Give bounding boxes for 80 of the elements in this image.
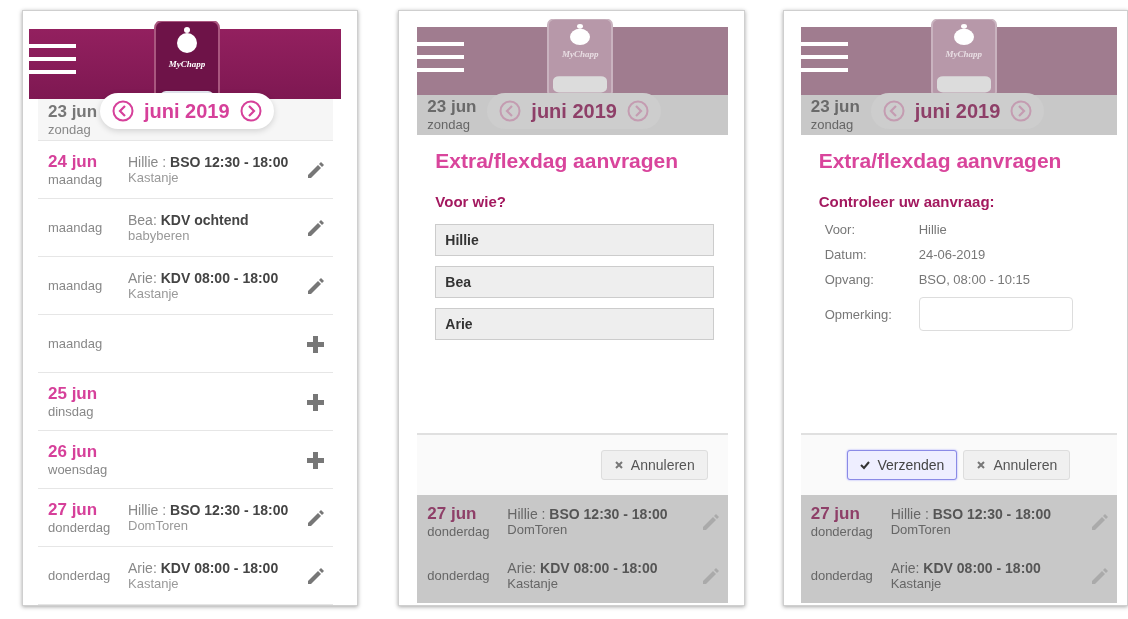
dialog-subtitle: Controleer uw aanvraag: [818, 193, 996, 210]
check-icon [860, 460, 871, 470]
day-date: 27 jun [427, 504, 477, 524]
location: DomToren [507, 522, 569, 537]
weekday: donderdag [427, 568, 490, 583]
month-label: juni 2019 [531, 99, 617, 123]
detail-value: Hillie [918, 222, 948, 237]
booking-text: Hillie : BSO 12:30 - 18:00 [128, 502, 290, 518]
logo-text: MyChapp [561, 49, 600, 59]
pencil-icon[interactable] [305, 217, 326, 238]
plus-icon[interactable] [305, 449, 326, 470]
location: Kastanje [507, 576, 559, 591]
pencil-icon[interactable] [305, 565, 326, 586]
pencil-icon[interactable] [305, 275, 326, 296]
dialog-title: Extra/flexdag aanvragen [435, 149, 680, 173]
weekday: zondag [48, 122, 91, 137]
location: Kastanje [890, 576, 943, 591]
booking-text: Hillie : BSO 12:30 - 18:00 [128, 154, 290, 170]
send-button[interactable]: Verzenden [847, 450, 958, 480]
next-icon[interactable] [239, 100, 262, 122]
child-option[interactable]: Arie [435, 308, 715, 340]
booking-text: Arie: KDV 08:00 - 18:00 [128, 560, 280, 576]
month-label: juni 2019 [144, 99, 230, 123]
previous-icon[interactable] [112, 100, 134, 122]
location: Kastanje [128, 576, 180, 591]
close-icon [613, 460, 624, 470]
menu-icon[interactable] [29, 42, 76, 76]
location: DomToren [128, 518, 189, 533]
dialog-title: Extra/flexdag aanvragen [818, 149, 1063, 173]
remark-label: Opmerking: [824, 306, 893, 322]
weekday: woensdag [48, 462, 108, 477]
weekday: donderdag [48, 520, 111, 535]
weekday: donderdag [810, 524, 873, 539]
logo-text: MyChapp [167, 59, 207, 69]
cancel-button[interactable]: Annuleren [963, 450, 1071, 480]
weekday: donderdag [48, 568, 111, 583]
cancel-button[interactable]: Annuleren [600, 450, 708, 480]
day-date: 24 jun [48, 152, 98, 172]
weekday: donderdag [427, 524, 490, 539]
booking-text: Arie: KDV 08:00 - 18:00 [890, 560, 1042, 576]
pencil-icon[interactable] [305, 507, 326, 528]
day-date: 23 jun [427, 97, 477, 117]
day-date: 27 jun [48, 500, 98, 520]
booking-text: Arie: KDV 08:00 - 18:00 [507, 560, 659, 576]
detail-label: Voor: [824, 222, 857, 237]
booking-text: Hillie : BSO 12:30 - 18:00 [890, 506, 1052, 522]
weekday: zondag [427, 117, 470, 132]
weekday: maandag [48, 220, 103, 235]
booking-text: Bea: KDV ochtend [128, 212, 250, 228]
weekday: maandag [48, 172, 103, 187]
location: Kastanje [128, 170, 180, 185]
child-option[interactable]: Bea [435, 266, 715, 298]
location: DomToren [890, 522, 952, 537]
weekday: maandag [48, 336, 103, 351]
plus-icon[interactable] [305, 333, 326, 354]
day-date: 23 jun [48, 102, 98, 122]
weekday: maandag [48, 278, 103, 293]
day-date: 27 jun [810, 504, 860, 524]
pencil-icon[interactable] [305, 159, 326, 180]
location: Kastanje [128, 286, 180, 301]
day-date: 23 jun [810, 97, 860, 117]
weekday: dinsdag [48, 404, 94, 419]
booking-text: Arie: KDV 08:00 - 18:00 [128, 270, 280, 286]
child-option[interactable]: Hillie [435, 224, 715, 256]
day-date: 26 jun [48, 442, 98, 462]
detail-label: Opvang: [824, 272, 875, 287]
month-label: juni 2019 [914, 99, 1001, 123]
booking-text: Hillie : BSO 12:30 - 18:00 [507, 506, 669, 522]
detail-value: BSO, 08:00 - 10:15 [918, 272, 1031, 287]
logo-text: MyChapp [944, 49, 983, 59]
weekday: zondag [810, 117, 854, 132]
detail-value: 24-06-2019 [918, 247, 987, 262]
dialog-subtitle: Voor wie? [435, 193, 507, 210]
location: babyberen [128, 228, 191, 243]
plus-icon[interactable] [305, 391, 326, 412]
day-date: 25 jun [48, 384, 98, 404]
detail-label: Datum: [824, 247, 868, 262]
close-icon [976, 460, 987, 470]
remark-field[interactable] [918, 297, 1073, 331]
weekday: donderdag [810, 568, 873, 583]
